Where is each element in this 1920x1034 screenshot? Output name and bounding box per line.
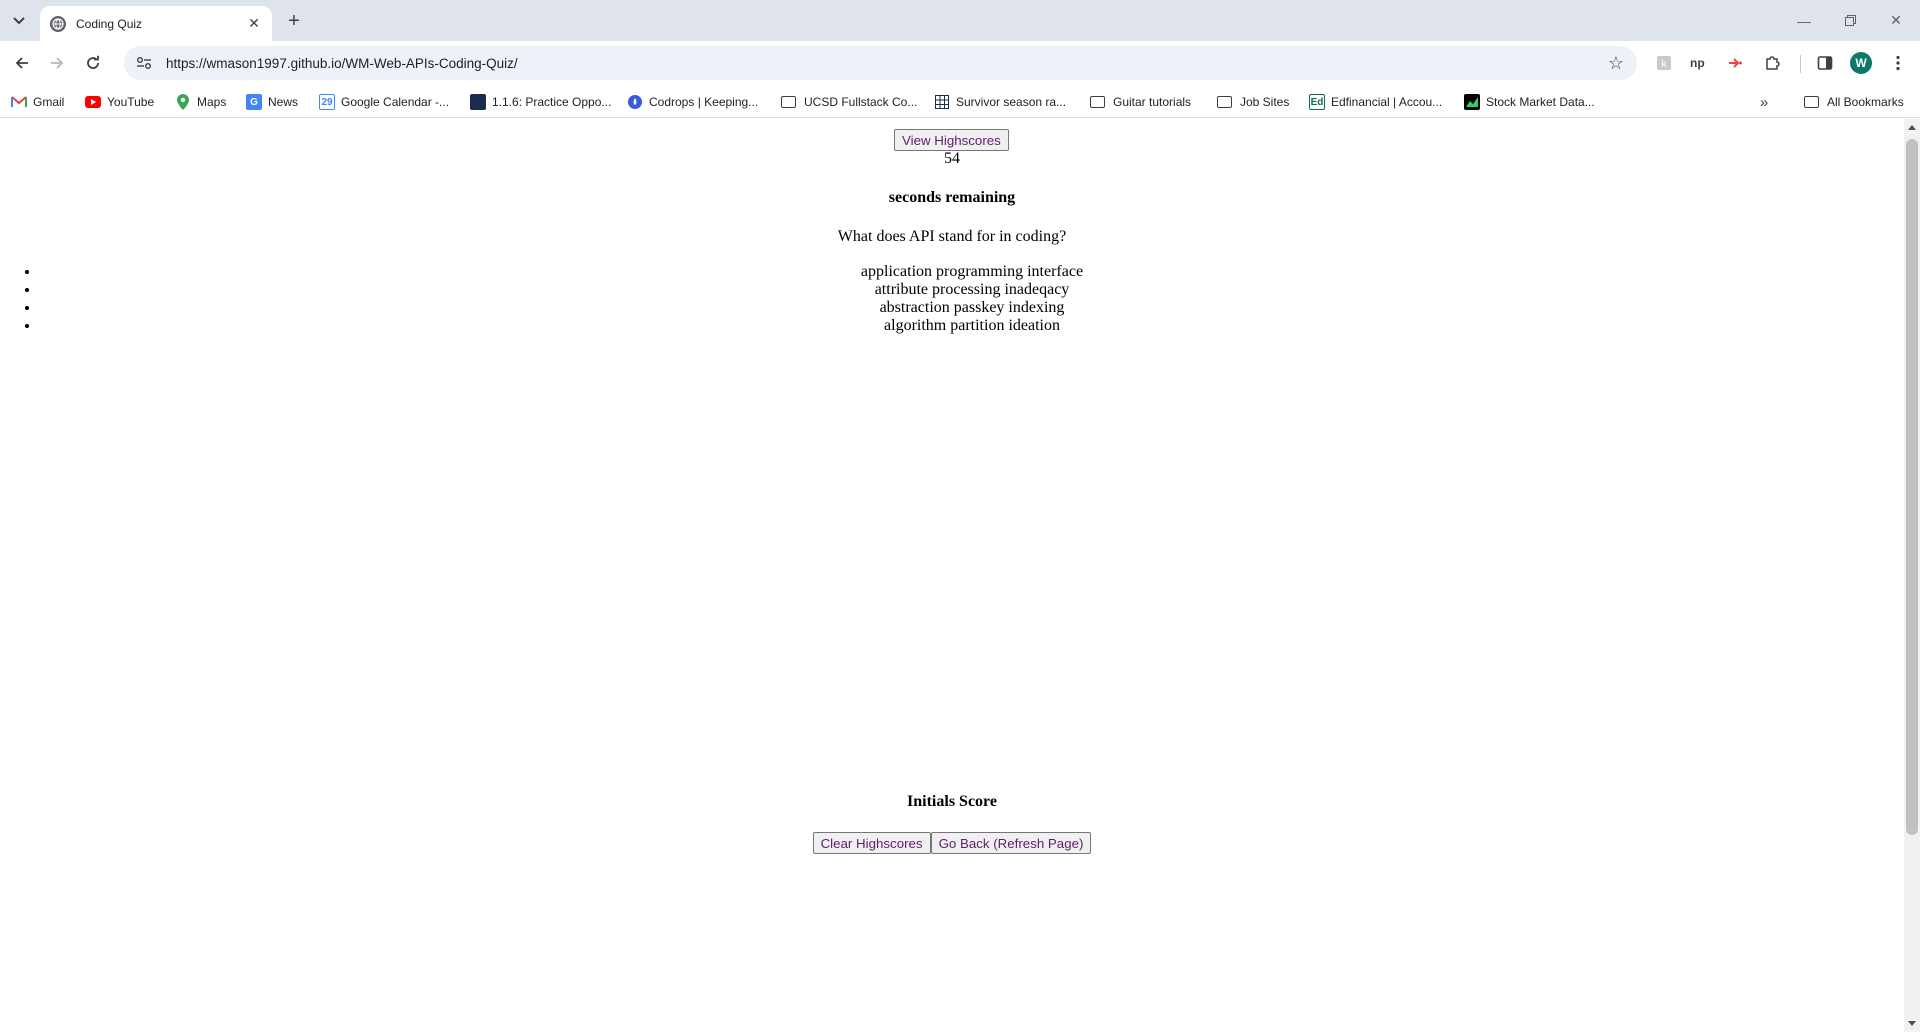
- youtube-icon: [85, 94, 101, 110]
- globe-icon: [50, 15, 66, 32]
- bookmark-gmail[interactable]: Gmail: [11, 91, 64, 113]
- go-back-button[interactable]: Go Back (Refresh Page): [930, 832, 1092, 854]
- bookmarks-bar: Gmail YouTube Maps G News 29 Google Cale…: [0, 85, 1920, 118]
- forward-icon[interactable]: [43, 49, 71, 77]
- edfinancial-icon: Ed: [1309, 94, 1325, 110]
- scroll-thumb[interactable]: [1906, 139, 1918, 835]
- bookmarks-overflow-icon[interactable]: »: [1752, 91, 1776, 113]
- side-panel-icon[interactable]: [1813, 51, 1837, 75]
- bookmark-youtube[interactable]: YouTube: [85, 91, 154, 113]
- gmail-icon: [11, 94, 27, 110]
- bookmark-codrops[interactable]: Codrops | Keeping...: [627, 91, 758, 113]
- folder-icon: [781, 96, 796, 108]
- answer-option[interactable]: abstraction passkey indexing: [40, 299, 1904, 317]
- back-icon[interactable]: [8, 49, 36, 77]
- bookmark-folder-ucsd[interactable]: UCSD Fullstack Co...: [781, 91, 917, 113]
- bookmark-stock-market[interactable]: Stock Market Data...: [1464, 91, 1595, 113]
- view-highscores-button[interactable]: View Highscores: [894, 129, 1009, 151]
- news-icon: G: [246, 94, 262, 110]
- extensions-puzzle-icon[interactable]: [1760, 51, 1784, 75]
- svg-text:np: np: [1690, 56, 1705, 70]
- answer-option[interactable]: attribute processing inadeqacy: [40, 281, 1904, 299]
- answer-option[interactable]: algorithm partition ideation: [40, 317, 1904, 335]
- url-text: https://wmason1997.github.io/WM-Web-APIs…: [166, 55, 518, 71]
- question-text: What does API stand for in coding?: [837, 228, 1067, 245]
- extension-k-icon[interactable]: k: [1652, 51, 1676, 75]
- extension-share-icon[interactable]: [1723, 51, 1747, 75]
- reload-icon[interactable]: [79, 49, 107, 77]
- all-bookmarks[interactable]: All Bookmarks: [1804, 91, 1904, 113]
- bookmark-folder-guitar[interactable]: Guitar tutorials: [1090, 91, 1191, 113]
- tab-coding-quiz[interactable]: Coding Quiz ✕: [40, 6, 272, 41]
- restore-icon[interactable]: [1827, 0, 1873, 41]
- chrome-menu-icon[interactable]: [1886, 51, 1910, 75]
- scroll-up-icon[interactable]: [1908, 125, 1916, 130]
- bookmark-star-icon[interactable]: ☆: [1603, 50, 1629, 76]
- scroll-down-icon[interactable]: [1908, 1021, 1916, 1026]
- tab-strip: Coding Quiz ✕ + — ✕: [0, 0, 1920, 41]
- timer-value: 54: [944, 150, 960, 167]
- bookmark-practice-oppo[interactable]: 1.1.6: Practice Oppo...: [470, 91, 611, 113]
- bookmark-survivor[interactable]: Survivor season ra...: [934, 91, 1066, 113]
- bookmark-folder-job-sites[interactable]: Job Sites: [1217, 91, 1289, 113]
- folder-icon: [1804, 96, 1819, 108]
- answer-option[interactable]: application programming interface: [40, 263, 1904, 281]
- timer-label: seconds remaining: [888, 189, 1016, 206]
- calendar-icon: 29: [319, 94, 335, 110]
- new-tab-button[interactable]: +: [282, 9, 306, 33]
- folder-icon: [1217, 96, 1232, 108]
- page-viewport: View Highscores 54 seconds remaining Wha…: [0, 119, 1904, 1032]
- minimize-icon[interactable]: —: [1781, 0, 1827, 41]
- bookmark-google-calendar[interactable]: 29 Google Calendar -...: [319, 91, 449, 113]
- close-window-icon[interactable]: ✕: [1873, 0, 1919, 41]
- browser-toolbar: https://wmason1997.github.io/WM-Web-APIs…: [0, 41, 1920, 85]
- course-icon: [470, 94, 486, 110]
- page-scrollbar[interactable]: [1904, 119, 1920, 1032]
- profile-avatar[interactable]: W: [1850, 52, 1872, 74]
- folder-icon: [1090, 96, 1105, 108]
- address-bar[interactable]: https://wmason1997.github.io/WM-Web-APIs…: [124, 46, 1637, 80]
- tab-close-icon[interactable]: ✕: [246, 15, 262, 32]
- answer-list: application programming interface attrib…: [40, 263, 1904, 335]
- toolbar-separator: [1800, 55, 1801, 73]
- extension-np-icon[interactable]: np: [1687, 51, 1711, 75]
- tab-search-chevron-icon[interactable]: [6, 9, 32, 33]
- grid-icon: [934, 94, 950, 110]
- clear-highscores-button[interactable]: Clear Highscores: [812, 832, 931, 854]
- site-info-icon[interactable]: [134, 53, 154, 73]
- bookmark-maps[interactable]: Maps: [175, 91, 226, 113]
- maps-icon: [175, 94, 191, 110]
- codrops-icon: [627, 94, 643, 110]
- highscores-actions: Clear Highscores Go Back (Refresh Page): [0, 832, 1904, 854]
- highscores-title: Initials Score: [907, 793, 997, 810]
- bookmark-news[interactable]: G News: [246, 91, 298, 113]
- tab-title: Coding Quiz: [76, 16, 143, 31]
- bookmark-edfinancial[interactable]: Ed Edfinancial | Accou...: [1309, 91, 1442, 113]
- chart-icon: [1464, 94, 1480, 110]
